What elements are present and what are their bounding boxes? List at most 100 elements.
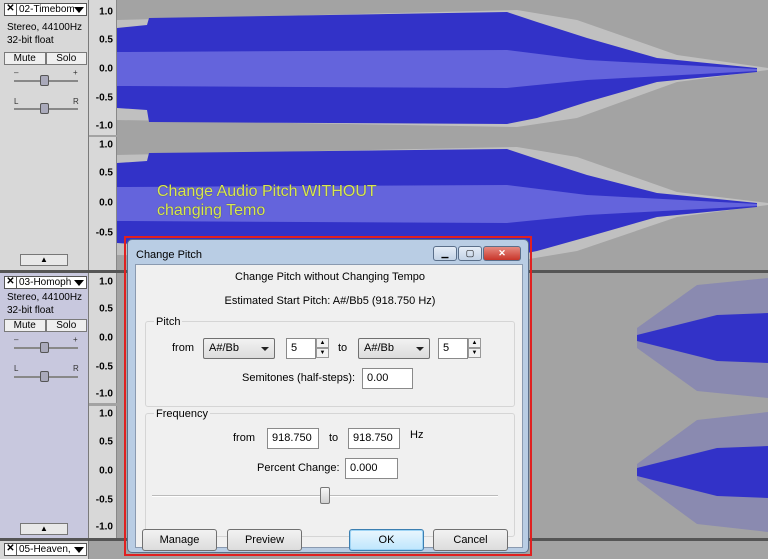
pan-left-label: L: [14, 364, 19, 373]
maximize-icon[interactable]: ▢: [458, 246, 482, 261]
close-icon[interactable]: ✕: [5, 277, 17, 288]
semitones-input[interactable]: 0.00: [362, 368, 413, 389]
tick-label: -0.5: [95, 227, 113, 239]
collapse-button[interactable]: ▲: [20, 523, 68, 535]
minimize-icon[interactable]: ▁: [433, 246, 457, 261]
track-control-panel: ✕ 03-Homoph Stereo, 44100Hz 32-bit float…: [0, 273, 89, 538]
track-header[interactable]: ✕ 05-Heaven,: [4, 543, 87, 556]
chevron-down-icon: [261, 347, 269, 351]
solo-button[interactable]: Solo: [45, 319, 87, 332]
track-header[interactable]: ✕ 02-Timebom: [4, 3, 87, 16]
to-octave-spinner[interactable]: ▲ ▼: [468, 338, 481, 359]
chevron-down-icon[interactable]: [74, 279, 84, 286]
pan-left-label: L: [14, 97, 19, 106]
dialog-client: Change Pitch without Changing Tempo Esti…: [135, 264, 523, 551]
gain-minus-label: –: [14, 68, 19, 77]
tick-label: 0.5: [99, 34, 113, 46]
tick-label: -0.5: [95, 361, 113, 373]
from-frequency-input[interactable]: 918.750: [267, 428, 319, 449]
from-note-select[interactable]: A#/Bb: [203, 338, 275, 359]
gain-slider[interactable]: [14, 342, 78, 353]
percent-change-label: Percent Change:: [257, 462, 340, 474]
pan-slider-knob[interactable]: [40, 371, 49, 382]
preview-button[interactable]: Preview: [227, 529, 302, 551]
tick-label: 0.0: [99, 332, 113, 344]
track-name[interactable]: 02-Timebom: [17, 4, 74, 15]
pan-slider[interactable]: [14, 103, 78, 114]
manage-button[interactable]: Manage: [142, 529, 217, 551]
spin-down-icon[interactable]: ▼: [316, 348, 329, 358]
close-icon[interactable]: ✕: [5, 4, 17, 15]
mute-button[interactable]: Mute: [4, 319, 46, 332]
ok-button[interactable]: OK: [349, 529, 424, 551]
track-format: Stereo, 44100Hz: [7, 292, 83, 303]
mute-button[interactable]: Mute: [4, 52, 46, 65]
annotation-overlay: Change Audio Pitch WITHOUT changing Temo: [157, 182, 377, 220]
tick-label: 1.0: [99, 276, 113, 288]
hz-unit-label: Hz: [410, 429, 424, 441]
pitch-group: Pitch: [145, 316, 515, 407]
pitch-from-label: from: [172, 342, 194, 354]
tick-label: -0.5: [95, 92, 113, 104]
cancel-button[interactable]: Cancel: [433, 529, 508, 551]
to-frequency-input[interactable]: 918.750: [348, 428, 400, 449]
pan-right-label: R: [73, 97, 79, 106]
pan-slider-knob[interactable]: [40, 103, 49, 114]
tick-label: 0.5: [99, 303, 113, 315]
track-bitdepth: 32-bit float: [7, 35, 54, 46]
gain-plus-label: +: [73, 335, 78, 344]
chevron-down-icon[interactable]: [74, 6, 84, 13]
semitones-label: Semitones (half-steps):: [242, 372, 356, 384]
close-icon[interactable]: ✕: [5, 544, 17, 555]
close-icon[interactable]: ✕: [483, 246, 521, 261]
tick-label: 0.5: [99, 167, 113, 179]
tick-label: -0.5: [95, 494, 113, 506]
gain-minus-label: –: [14, 335, 19, 344]
tick-label: 0.0: [99, 465, 113, 477]
collapse-button[interactable]: ▲: [20, 254, 68, 266]
tick-label: -1.0: [95, 388, 113, 400]
pan-slider[interactable]: [14, 371, 78, 382]
dialog-heading: Change Pitch without Changing Tempo: [235, 271, 425, 283]
track-name[interactable]: 05-Heaven,: [17, 544, 74, 555]
dialog-title: Change Pitch: [136, 249, 203, 261]
spin-up-icon[interactable]: ▲: [468, 338, 481, 348]
solo-button[interactable]: Solo: [45, 52, 87, 65]
amplitude-ruler-left: 1.0 0.5 0.0 -0.5 -1.0: [89, 273, 117, 403]
amplitude-ruler-left: 1.0 0.5 0.0 -0.5 -1.0: [89, 0, 117, 135]
spin-down-icon[interactable]: ▼: [468, 348, 481, 358]
estimated-pitch-text: Estimated Start Pitch: A#/Bb5 (918.750 H…: [224, 295, 436, 307]
track-header[interactable]: ✕ 03-Homoph: [4, 276, 87, 289]
chevron-down-icon: [416, 347, 424, 351]
track-bitdepth: 32-bit float: [7, 305, 54, 316]
tick-label: 1.0: [99, 139, 113, 151]
chevron-down-icon[interactable]: [74, 546, 84, 553]
gain-slider[interactable]: [14, 75, 78, 86]
tick-label: 1.0: [99, 6, 113, 18]
gain-slider-knob[interactable]: [40, 342, 49, 353]
tick-label: -1.0: [95, 521, 113, 533]
waveform-left-channel[interactable]: [117, 0, 768, 135]
frequency-group-label: Frequency: [154, 408, 210, 420]
track-timebom: ✕ 02-Timebom Stereo, 44100Hz 32-bit floa…: [0, 0, 768, 270]
frequency-to-label: to: [329, 432, 339, 444]
spin-up-icon[interactable]: ▲: [316, 338, 329, 348]
percent-change-input[interactable]: 0.000: [345, 458, 398, 479]
pitch-group-label: Pitch: [154, 316, 183, 328]
tick-label: 0.5: [99, 436, 113, 448]
from-octave-spinner[interactable]: ▲ ▼: [316, 338, 329, 359]
gain-slider-knob[interactable]: [40, 75, 49, 86]
track-name[interactable]: 03-Homoph: [17, 277, 74, 288]
tick-label: 0.0: [99, 63, 113, 75]
slider-thumb[interactable]: [320, 487, 330, 504]
amplitude-ruler-right: 1.0 0.5 0.0 -0.5 -1.0: [89, 406, 117, 538]
to-note-select[interactable]: A#/Bb: [358, 338, 430, 359]
amplitude-ruler-right: 1.0 0.5 0.0 -0.5: [89, 137, 117, 270]
track-control-panel: ✕ 02-Timebom Stereo, 44100Hz 32-bit floa…: [0, 0, 89, 270]
tick-label: 0.0: [99, 197, 113, 209]
to-octave-input[interactable]: 5: [438, 338, 468, 359]
percent-change-slider[interactable]: [152, 487, 498, 504]
tick-label: 1.0: [99, 408, 113, 420]
to-note-value: A#/Bb: [364, 342, 394, 354]
from-octave-input[interactable]: 5: [286, 338, 316, 359]
